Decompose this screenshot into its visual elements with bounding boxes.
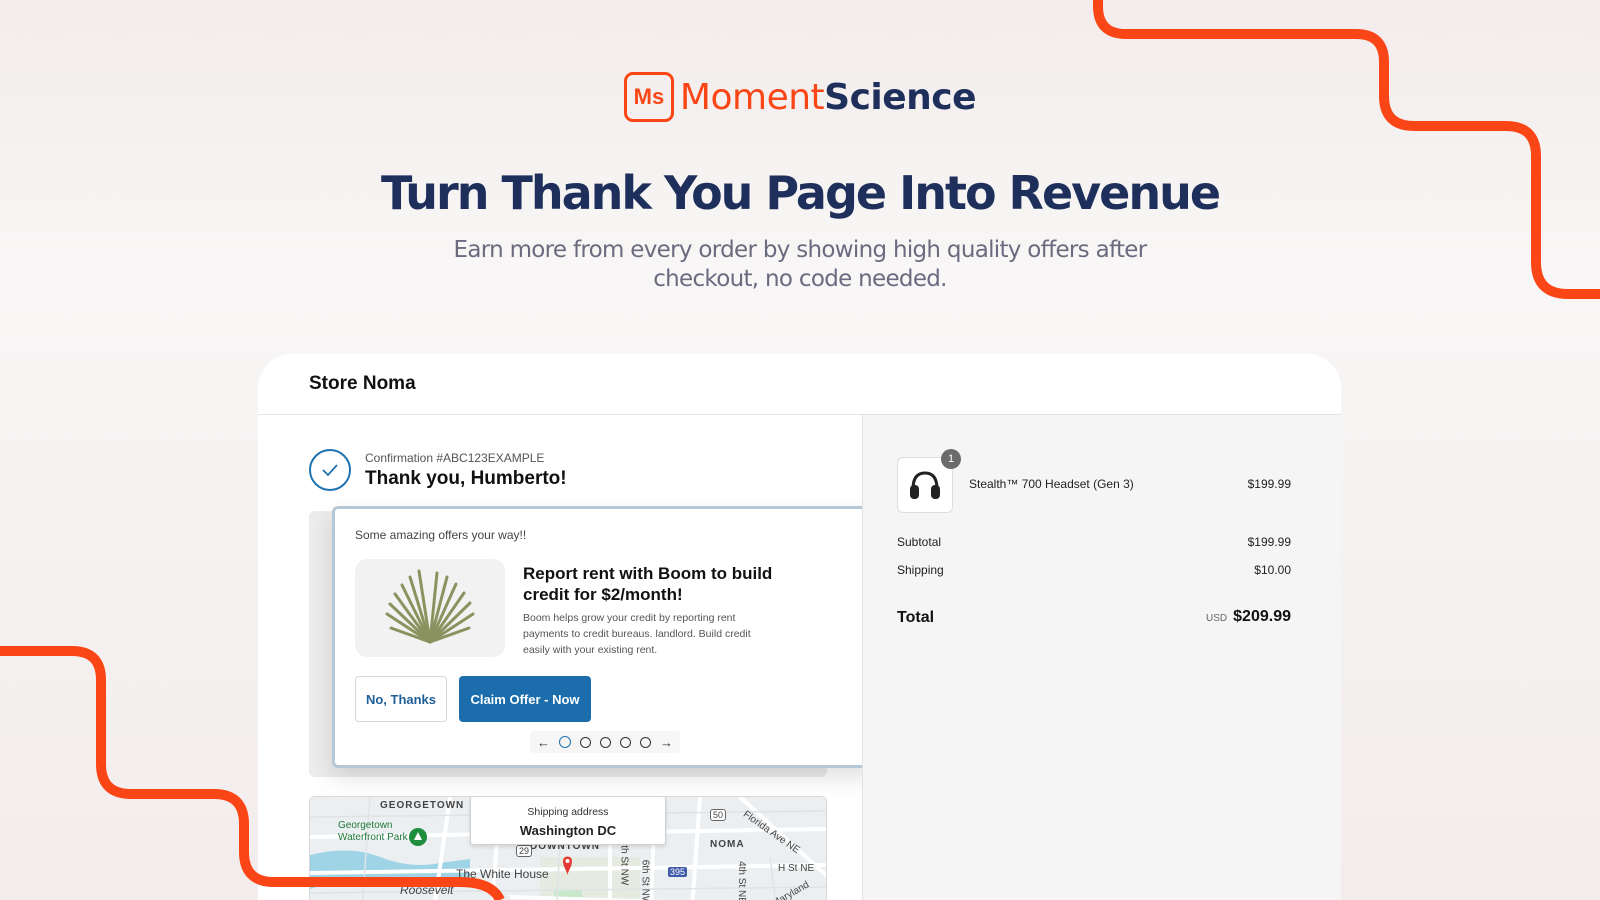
map-label-park: Georgetown Waterfront Park: [338, 820, 408, 843]
confirmation-panel: Confirmation #ABC123EXAMPLE Thank you, H…: [258, 415, 878, 900]
total-currency: USD: [1206, 613, 1228, 624]
offer-description: Boom helps grow your credit by reporting…: [523, 612, 751, 656]
map-label-georgetown: GEORGETOWN: [380, 800, 465, 811]
map-label-h-st: H St NE: [778, 863, 815, 874]
product-name: Stealth™ 700 Headset (Gen 3): [969, 477, 1134, 491]
route-395-badge: 395: [668, 867, 688, 877]
pager-dot[interactable]: [640, 736, 651, 748]
total-label: Total: [897, 609, 935, 626]
shipping-map[interactable]: GEORGETOWN Georgetown Waterfront Park DO…: [309, 796, 827, 900]
shipping-value: $10.00: [1254, 563, 1291, 577]
arrow-right-icon[interactable]: →: [660, 736, 673, 749]
shipping-label: Shipping: [897, 563, 944, 577]
total-value: $209.99: [1233, 608, 1291, 625]
map-label-white-house: The White House: [456, 867, 549, 881]
store-header: Store Noma: [258, 354, 1341, 415]
brand-name: MomentScience: [679, 76, 977, 118]
route-29-badge: 29: [516, 845, 533, 857]
store-name: Store Noma: [309, 373, 416, 394]
boom-logo-icon: [385, 569, 475, 644]
thank-you-message: Thank you, Humberto!: [365, 468, 567, 489]
headset-icon: [910, 471, 940, 499]
route-50-badge: 50: [710, 809, 727, 821]
quantity-badge: 1: [941, 449, 961, 469]
hero-headline: Turn Thank You Page Into Revenue: [380, 166, 1221, 220]
order-summary: 1 Stealth™ 700 Headset (Gen 3) $199.99 S…: [862, 415, 1341, 900]
total-amount: USD $209.99: [1206, 608, 1291, 626]
brand-name-part1: Moment: [679, 76, 825, 118]
shipping-address-value: Washington DC: [519, 823, 617, 838]
arrow-left-icon[interactable]: ←: [537, 736, 550, 749]
map-label-4th-st: 4th St NE: [735, 861, 747, 900]
offer-modal: Some amazing offers your way!! Report re…: [332, 506, 878, 768]
map-label-noma: NOMA: [710, 839, 745, 850]
shipping-address-box: Shipping address Washington DC: [470, 797, 666, 845]
offer-intro: Some amazing offers your way!!: [355, 528, 527, 542]
map-label-roosevelt: Roosevelt: [400, 883, 454, 897]
claim-offer-button[interactable]: Claim Offer - Now: [459, 676, 591, 722]
confirmation-number: Confirmation #ABC123EXAMPLE: [365, 451, 545, 465]
offer-title: Report rent with Boom to build credit fo…: [523, 564, 773, 604]
pager-dot[interactable]: [600, 736, 611, 748]
subtotal-value: $199.99: [1247, 535, 1291, 549]
brand-mark-icon: Ms: [623, 72, 674, 122]
offer-pager: ← →: [530, 731, 680, 753]
pager-dot[interactable]: [620, 736, 631, 748]
check-circle-icon: [309, 449, 351, 491]
pager-dot[interactable]: [559, 736, 571, 748]
brand-name-part2: Science: [824, 76, 977, 118]
subtotal-label: Subtotal: [897, 535, 942, 549]
map-label-9th-st: 9th St NW: [618, 839, 630, 886]
checkout-preview-card: Store Noma Confirmation #ABC123EXAMPLE T…: [258, 354, 1341, 900]
map-label-6th-st: 6th St NW: [639, 859, 651, 900]
offer-image: [355, 559, 505, 657]
hero-subhead: Earn more from every order by showing hi…: [453, 237, 1148, 292]
no-thanks-button[interactable]: No, Thanks: [355, 676, 447, 722]
shipping-address-label: Shipping address: [527, 806, 609, 818]
brand-logo: Ms MomentScience: [0, 72, 1600, 122]
pager-dot[interactable]: [580, 736, 591, 748]
product-price: $199.99: [1247, 477, 1291, 491]
